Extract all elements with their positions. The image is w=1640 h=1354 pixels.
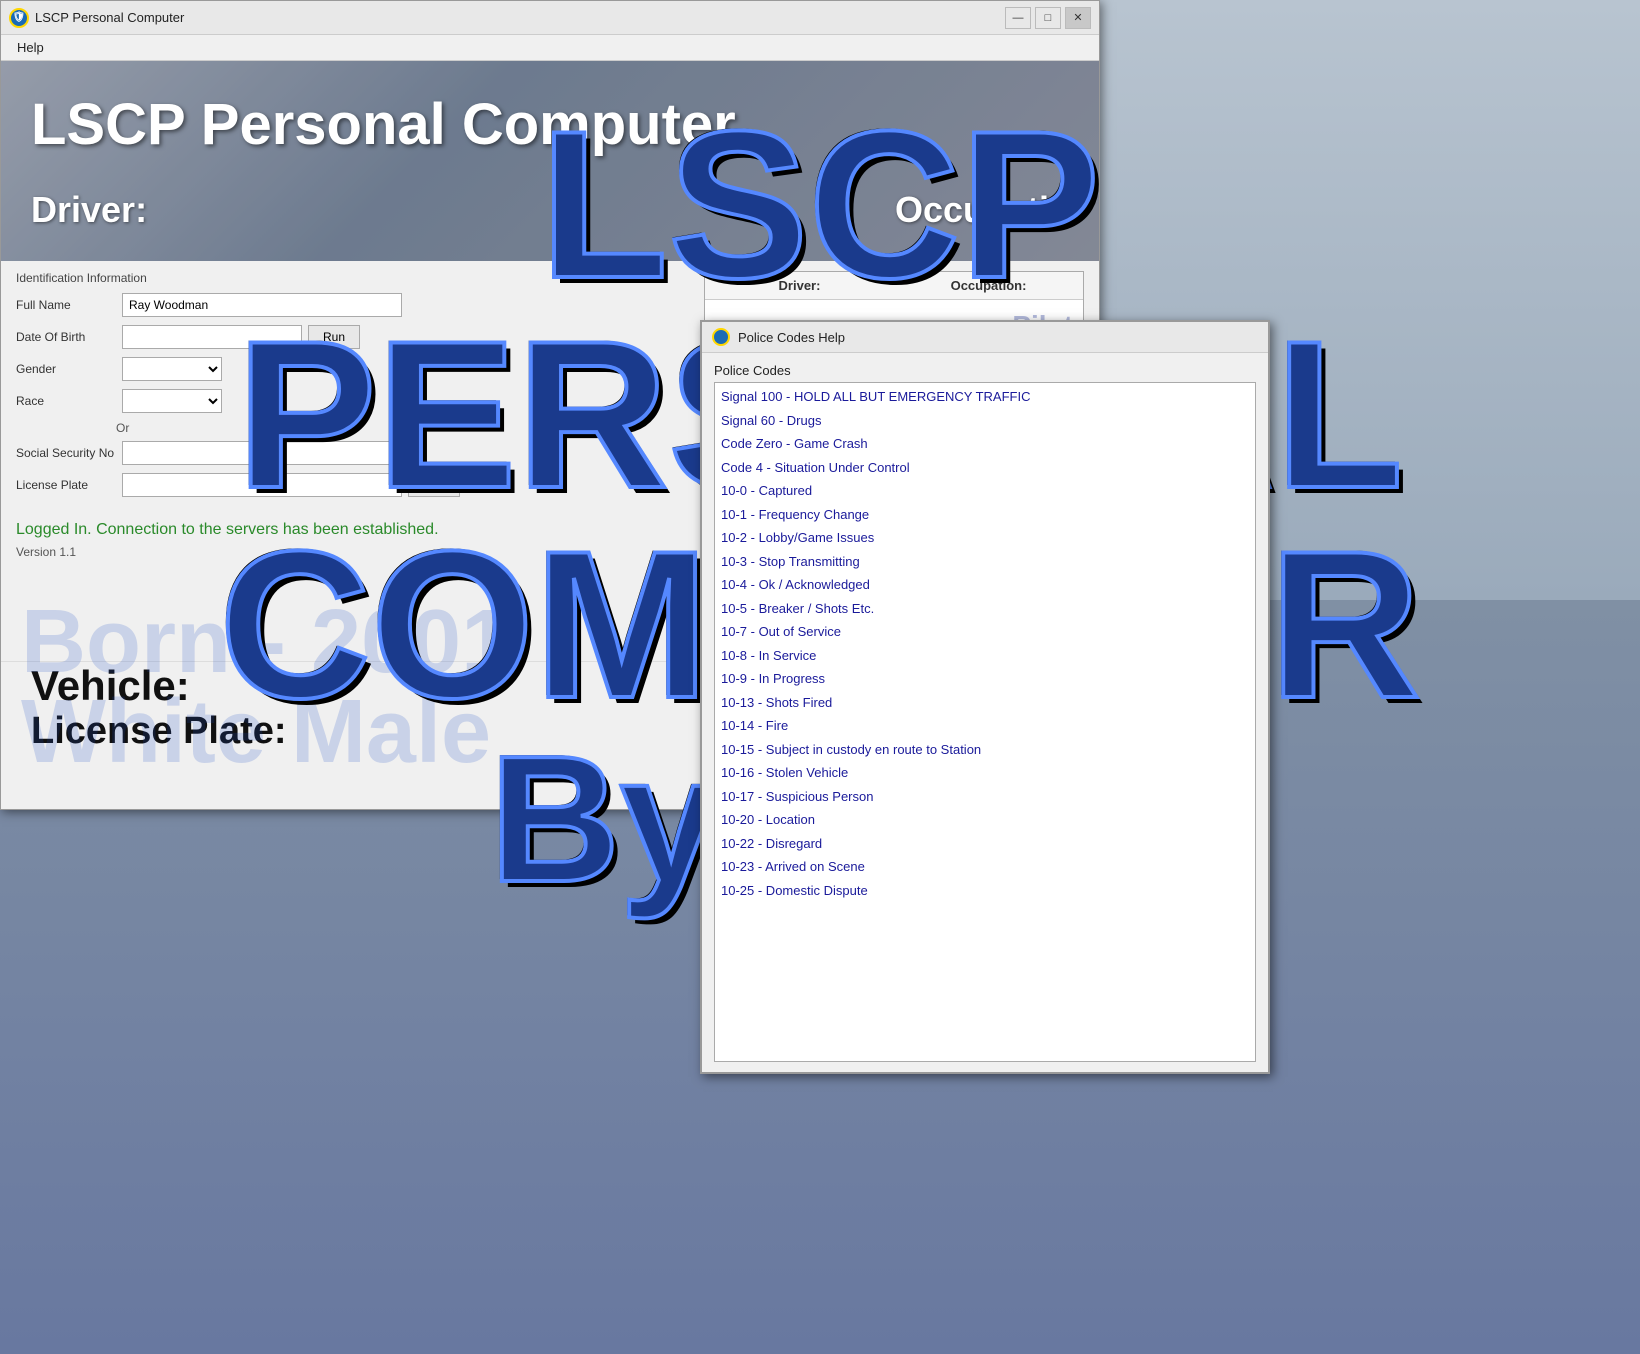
left-form: Identification Information Full Name Dat… <box>16 271 694 651</box>
menu-bar: Help <box>1 35 1099 61</box>
right-driver-label: Driver: <box>715 278 884 293</box>
list-item[interactable]: 10-16 - Stolen Vehicle <box>719 761 1251 785</box>
help-menu[interactable]: Help <box>9 38 52 57</box>
list-item[interactable]: 10-22 - Disregard <box>719 832 1251 856</box>
list-item[interactable]: 10-13 - Shots Fired <box>719 691 1251 715</box>
list-item[interactable]: Signal 60 - Drugs <box>719 409 1251 433</box>
codes-list[interactable]: Signal 100 - HOLD ALL BUT EMERGENCY TRAF… <box>714 382 1256 1062</box>
or-text: Or <box>116 421 694 435</box>
list-item[interactable]: 10-4 - Ok / Acknowledged <box>719 573 1251 597</box>
list-item[interactable]: 10-5 - Breaker / Shots Etc. <box>719 597 1251 621</box>
banner: LSCP Personal Computer Driver: Occupati <box>1 61 1099 261</box>
dialog-title-bar: Police Codes Help <box>702 322 1268 353</box>
race-label: Race <box>16 394 116 408</box>
ssn-input[interactable] <box>122 441 402 465</box>
list-item[interactable]: 10-9 - In Progress <box>719 667 1251 691</box>
list-item[interactable]: 10-8 - In Service <box>719 644 1251 668</box>
list-item[interactable]: 10-2 - Lobby/Game Issues <box>719 526 1251 550</box>
list-item[interactable]: Signal 100 - HOLD ALL BUT EMERGENCY TRAF… <box>719 385 1251 409</box>
list-item[interactable]: 10-0 - Captured <box>719 479 1251 503</box>
race-row: Race White Black Hispanic <box>16 389 694 413</box>
license-plate-label: License Plate <box>16 478 116 492</box>
banner-occupation-label: Occupati <box>895 189 1049 231</box>
police-codes-dialog: Police Codes Help Police Codes Signal 10… <box>700 320 1270 1074</box>
list-item[interactable]: 10-1 - Frequency Change <box>719 503 1251 527</box>
full-name-label: Full Name <box>16 298 116 312</box>
list-item[interactable]: 10-23 - Arrived on Scene <box>719 855 1251 879</box>
full-name-row: Full Name <box>16 293 694 317</box>
dob-input[interactable] <box>122 325 302 349</box>
dialog-title: Police Codes Help <box>738 330 845 345</box>
list-item[interactable]: 10-20 - Location <box>719 808 1251 832</box>
list-item[interactable]: 10-7 - Out of Service <box>719 620 1251 644</box>
gender-select[interactable]: Male Female <box>122 357 222 381</box>
run-dob-button[interactable]: Run <box>308 325 360 349</box>
list-item[interactable]: Code Zero - Game Crash <box>719 432 1251 456</box>
gender-label: Gender <box>16 362 116 376</box>
right-panel-header: Driver: Occupation: <box>705 272 1083 300</box>
run-plate-button[interactable]: Run <box>408 473 460 497</box>
list-item[interactable]: 10-15 - Subject in custody en route to S… <box>719 738 1251 762</box>
dob-row: Date Of Birth Run <box>16 325 694 349</box>
police-codes-label: Police Codes <box>714 363 1256 378</box>
dob-label: Date Of Birth <box>16 330 116 344</box>
title-bar-left: 🛡 LSCP Personal Computer <box>9 8 184 28</box>
close-button[interactable]: ✕ <box>1065 7 1091 29</box>
dialog-content: Police Codes Signal 100 - HOLD ALL BUT E… <box>702 353 1268 1072</box>
banner-title: LSCP Personal Computer <box>31 91 736 158</box>
list-item[interactable]: 10-25 - Domestic Dispute <box>719 879 1251 903</box>
license-plate-input[interactable] <box>122 473 402 497</box>
window-title: LSCP Personal Computer <box>35 10 184 25</box>
section-title: Identification Information <box>16 271 694 285</box>
list-item[interactable]: Code 4 - Situation Under Control <box>719 456 1251 480</box>
dialog-icon <box>712 328 730 346</box>
license-plate-row: License Plate Run <box>16 473 694 497</box>
title-bar-controls: — □ ✕ <box>1005 7 1091 29</box>
race-select[interactable]: White Black Hispanic <box>122 389 222 413</box>
maximize-button[interactable]: □ <box>1035 7 1061 29</box>
list-item[interactable]: 10-14 - Fire <box>719 714 1251 738</box>
title-bar: 🛡 LSCP Personal Computer — □ ✕ <box>1 1 1099 35</box>
list-item[interactable]: 10-17 - Suspicious Person <box>719 785 1251 809</box>
ssn-row: Social Security No <box>16 441 694 465</box>
gender-row: Gender Male Female <box>16 357 694 381</box>
ssn-label: Social Security No <box>16 446 116 460</box>
version-text: Version 1.1 <box>16 545 76 559</box>
full-name-input[interactable] <box>122 293 402 317</box>
status-text: Logged In. Connection to the servers has… <box>16 521 439 539</box>
right-occupation-label: Occupation: <box>904 278 1073 293</box>
minimize-button[interactable]: — <box>1005 7 1031 29</box>
app-icon: 🛡 <box>9 8 29 28</box>
list-item[interactable]: 10-3 - Stop Transmitting <box>719 550 1251 574</box>
banner-driver-label: Driver: <box>31 189 147 231</box>
